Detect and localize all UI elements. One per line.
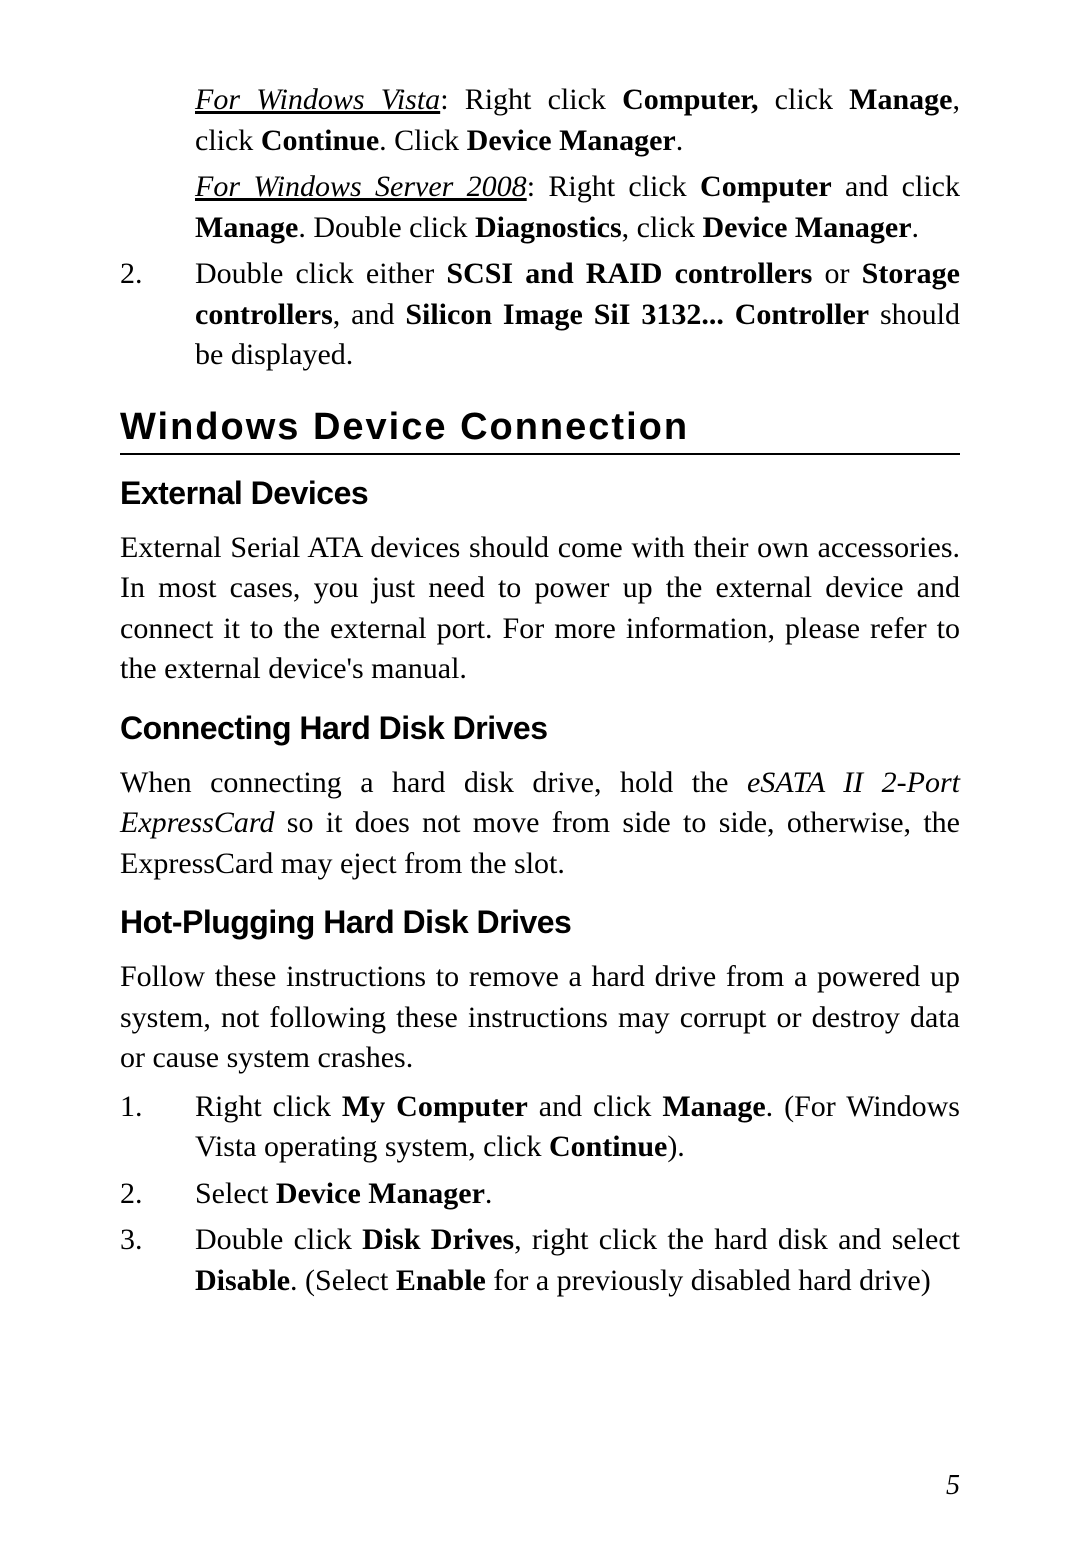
hotplug-step-1: 1. Right click My Computer and click Man…: [120, 1087, 960, 1168]
hotplug-step-3: 3. Double click Disk Drives, right click…: [120, 1220, 960, 1301]
server2008-paragraph: For Windows Server 2008: Right click Com…: [195, 167, 960, 248]
hotplug-step-2: 2. Select Device Manager.: [120, 1174, 960, 1215]
list-number: 2.: [120, 1174, 195, 1215]
hotplug-intro: Follow these instructions to remove a ha…: [120, 957, 960, 1079]
list-number: 2.: [120, 254, 195, 376]
external-devices-body: External Serial ATA devices should come …: [120, 528, 960, 690]
vista-paragraph: For Windows Vista: Right click Computer,…: [195, 80, 960, 161]
server2008-prefix: For Windows Server 2008: [195, 170, 527, 203]
section-windows-device-connection: Windows Device Connection: [120, 406, 960, 455]
page-number: 5: [946, 1470, 960, 1502]
top-step-2: 2. Double click either SCSI and RAID con…: [120, 254, 960, 376]
vista-prefix: For Windows Vista: [195, 83, 440, 116]
list-number: 1.: [120, 1087, 195, 1168]
connecting-hdd-body: When connecting a hard disk drive, hold …: [120, 763, 960, 885]
list-number: 3.: [120, 1220, 195, 1301]
subsection-connecting-hdd: Connecting Hard Disk Drives: [120, 710, 960, 747]
subsection-hotplug-hdd: Hot-Plugging Hard Disk Drives: [120, 904, 960, 941]
subsection-external-devices: External Devices: [120, 475, 960, 512]
